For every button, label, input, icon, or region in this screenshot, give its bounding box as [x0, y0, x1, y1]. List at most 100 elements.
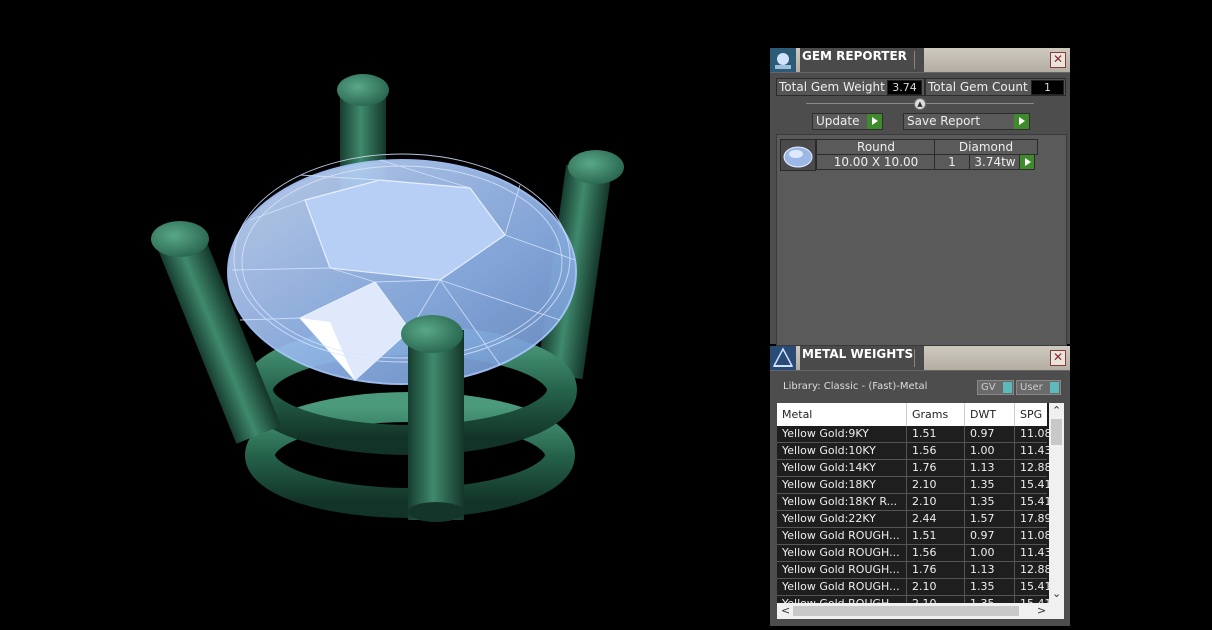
close-button[interactable]: ✕ — [1050, 350, 1066, 366]
dwt-value: 0.97 — [965, 426, 1015, 442]
total-gem-count-label: Total Gem Count — [928, 80, 1028, 94]
metal-name: Yellow Gold ROUGH... — [777, 545, 907, 561]
user-label: User — [1020, 382, 1043, 393]
table-row[interactable]: Yellow Gold ROUGH... 1.76 1.13 12.88 — [777, 562, 1055, 579]
toggle-indicator — [1050, 382, 1059, 393]
table-row[interactable]: Yellow Gold ROUGH...2.101.3515.41 — [777, 579, 1055, 596]
title-divider — [914, 51, 915, 69]
update-button[interactable]: Update — [812, 113, 883, 130]
table-header: Metal Grams DWT SPG — [777, 403, 1051, 426]
panel-title: GEM REPORTER — [800, 48, 924, 72]
gem-totals-row: Total Gem Weight 3.74 Total Gem Count 1 — [776, 78, 1066, 96]
gem-reporter-titlebar[interactable]: GEM REPORTER ✕ — [770, 48, 1070, 73]
column-header-metal[interactable]: Metal — [777, 403, 907, 426]
grams-value: 2.10 — [907, 477, 965, 493]
gv-label: GV — [981, 382, 996, 393]
gem-material: Diamond — [934, 139, 1038, 155]
table-row[interactable]: Yellow Gold:22KY 2.44 1.57 17.89 — [777, 511, 1055, 528]
play-arrow-icon — [1014, 114, 1029, 129]
vertical-scrollbar[interactable]: ⌃ ⌄ — [1049, 403, 1064, 603]
play-arrow-icon — [1020, 155, 1034, 169]
scroll-up-icon[interactable]: ⌃ — [1052, 404, 1061, 418]
round-diamond-gem — [227, 153, 577, 385]
table-row[interactable]: Yellow Gold:9KY 1.51 0.97 11.08 — [777, 426, 1055, 443]
metal-name: Yellow Gold:10KY — [777, 443, 907, 459]
metal-name: Yellow Gold ROUGH... — [777, 579, 907, 595]
dwt-value: 1.35 — [965, 494, 1015, 510]
save-report-button[interactable]: Save Report — [903, 113, 1030, 130]
horizontal-scrollbar[interactable]: < > — [777, 603, 1064, 619]
grams-value: 1.51 — [907, 426, 965, 442]
dwt-value: 0.97 — [965, 528, 1015, 544]
title-divider — [914, 349, 915, 367]
total-gem-weight-label: Total Gem Weight — [779, 80, 885, 94]
scroll-left-icon[interactable]: < — [781, 604, 790, 618]
gem-list-item[interactable]: Round Diamond 10.00 X 10.00 1 3.74tw — [780, 139, 1040, 171]
grams-value: 1.56 — [907, 443, 965, 459]
metal-weights-icon — [770, 346, 796, 370]
collapse-arrow-icon[interactable]: ▲ — [914, 98, 926, 110]
metal-name: Yellow Gold:14KY — [777, 460, 907, 476]
table-row[interactable]: Yellow Gold:18KY R... 2.10 1.35 15.41 — [777, 494, 1055, 511]
scroll-down-icon[interactable]: ⌄ — [1052, 587, 1061, 601]
user-toggle[interactable]: User — [1016, 380, 1061, 395]
grams-value: 1.51 — [907, 528, 965, 544]
gem-list: Round Diamond 10.00 X 10.00 1 3.74tw — [776, 134, 1067, 346]
save-report-label: Save Report — [907, 114, 981, 128]
table-row[interactable]: Yellow Gold ROUGH... 1.56 1.00 11.43 — [777, 545, 1055, 562]
gem-shape: Round — [816, 139, 936, 155]
table-row[interactable]: Yellow Gold:10KY 1.56 1.00 11.43 — [777, 443, 1055, 460]
gem-size: 10.00 X 10.00 — [816, 154, 936, 170]
metal-weights-panel: METAL WEIGHTS ✕ Library: Classic - (Fast… — [770, 346, 1070, 626]
grams-value: 2.10 — [907, 494, 965, 510]
metal-name: Yellow Gold ROUGH... — [777, 528, 907, 544]
scroll-thumb[interactable] — [1051, 419, 1062, 445]
gem-detail-button[interactable] — [1019, 154, 1035, 170]
gem-count: 1 — [934, 154, 970, 170]
gem-reporter-icon — [770, 48, 796, 72]
dwt-value: 1.13 — [965, 460, 1015, 476]
scroll-thumb[interactable] — [793, 606, 1019, 616]
metal-weights-table: Metal Grams DWT SPG Yellow Gold:9KY 1.51 0… — [777, 403, 1064, 619]
dwt-value: 1.35 — [965, 579, 1015, 595]
dwt-value: 1.00 — [965, 443, 1015, 459]
toggle-indicator — [1003, 382, 1012, 393]
library-label: Library: Classic - (Fast)-Metal — [783, 381, 928, 392]
dwt-value: 1.13 — [965, 562, 1015, 578]
3d-viewport[interactable] — [0, 0, 770, 626]
grams-value: 1.56 — [907, 545, 965, 561]
column-header-spg[interactable]: SPG — [1015, 403, 1051, 426]
grams-value: 1.76 — [907, 460, 965, 476]
metal-weights-titlebar[interactable]: METAL WEIGHTS ✕ — [770, 346, 1070, 371]
gv-toggle[interactable]: GV — [977, 380, 1014, 395]
total-gem-count-value: 1 — [1031, 80, 1064, 95]
metal-name: Yellow Gold:9KY — [777, 426, 907, 442]
metal-name: Yellow Gold ROUGH... — [777, 562, 907, 578]
dwt-value: 1.57 — [965, 511, 1015, 527]
grams-value: 2.10 — [907, 579, 965, 595]
column-header-grams[interactable]: Grams — [907, 403, 965, 426]
gem-weight: 3.74tw — [969, 154, 1021, 170]
play-arrow-icon — [867, 114, 882, 129]
ring-head-render — [151, 74, 624, 522]
round-gem-icon — [780, 139, 816, 171]
close-button[interactable]: ✕ — [1050, 52, 1066, 68]
metal-name: Yellow Gold:22KY — [777, 511, 907, 527]
scroll-right-icon[interactable]: > — [1037, 604, 1046, 618]
metal-name: Yellow Gold:18KY — [777, 477, 907, 493]
gem-reporter-panel: GEM REPORTER ✕ Total Gem Weight 3.74 Tot… — [770, 48, 1070, 346]
column-header-dwt[interactable]: DWT — [965, 403, 1015, 426]
dwt-value: 1.35 — [965, 477, 1015, 493]
dwt-value: 1.00 — [965, 545, 1015, 561]
grams-value: 2.44 — [907, 511, 965, 527]
prong-front — [408, 330, 464, 520]
total-gem-weight-value: 3.74 — [887, 80, 922, 95]
table-row[interactable]: Yellow Gold:14KY 1.76 1.13 12.88 — [777, 460, 1055, 477]
table-row[interactable]: Yellow Gold ROUGH... 1.51 0.97 11.08 — [777, 528, 1055, 545]
metal-name: Yellow Gold:18KY R... — [777, 494, 907, 510]
update-button-label: Update — [816, 114, 860, 128]
table-body: Yellow Gold:9KY 1.51 0.97 11.08 Yellow Gold:… — [777, 426, 1055, 613]
grams-value: 1.76 — [907, 562, 965, 578]
table-row[interactable]: Yellow Gold:18KY 2.10 1.35 15.41 — [777, 477, 1055, 494]
panel-title: METAL WEIGHTS — [800, 346, 924, 370]
